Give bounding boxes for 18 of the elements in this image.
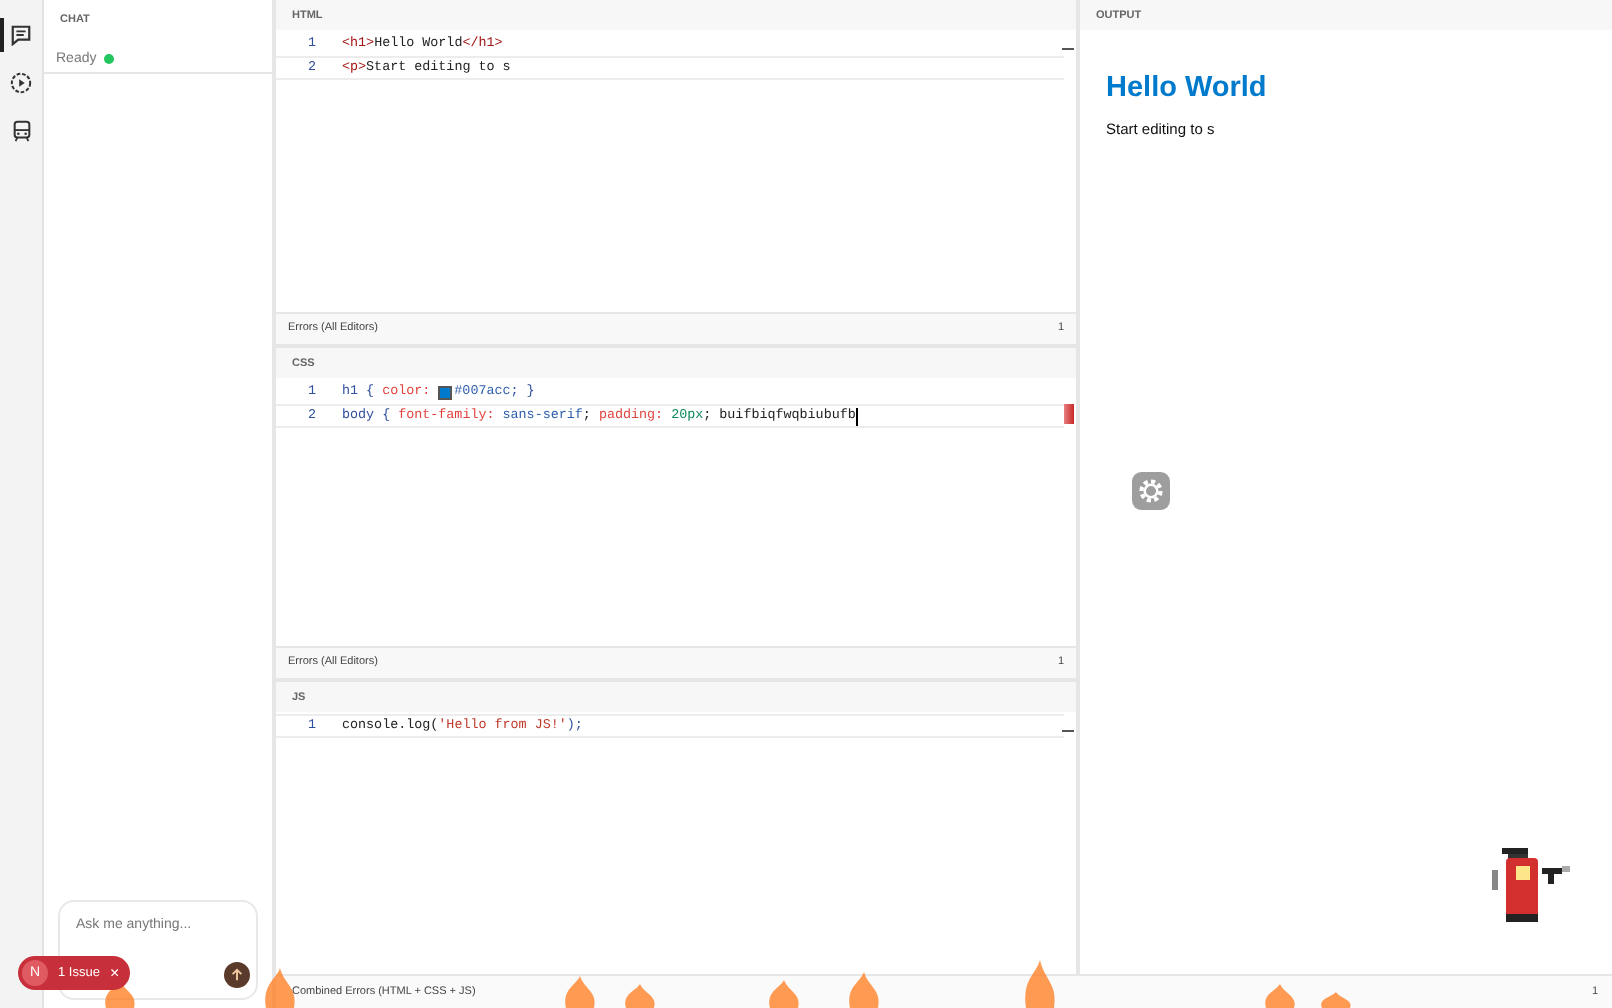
train-icon[interactable]	[11, 120, 31, 142]
flame	[1321, 992, 1351, 1008]
play-circle-icon[interactable]	[10, 72, 32, 94]
flame	[625, 984, 655, 1008]
flame	[565, 976, 595, 1008]
scroll-marker	[1062, 730, 1074, 732]
settings-icon[interactable]	[1132, 472, 1170, 510]
flame	[265, 968, 295, 1008]
chat-icon[interactable]	[10, 24, 32, 46]
close-icon[interactable]: ×	[109, 965, 120, 981]
flame	[1025, 960, 1055, 1008]
flame	[849, 972, 879, 1008]
send-button[interactable]	[224, 962, 250, 988]
flame	[769, 980, 799, 1008]
scroll-marker	[1062, 48, 1074, 50]
arrow-up-icon	[230, 968, 244, 982]
preview-heading: Hello World	[1106, 72, 1269, 104]
flame	[1265, 984, 1295, 1008]
